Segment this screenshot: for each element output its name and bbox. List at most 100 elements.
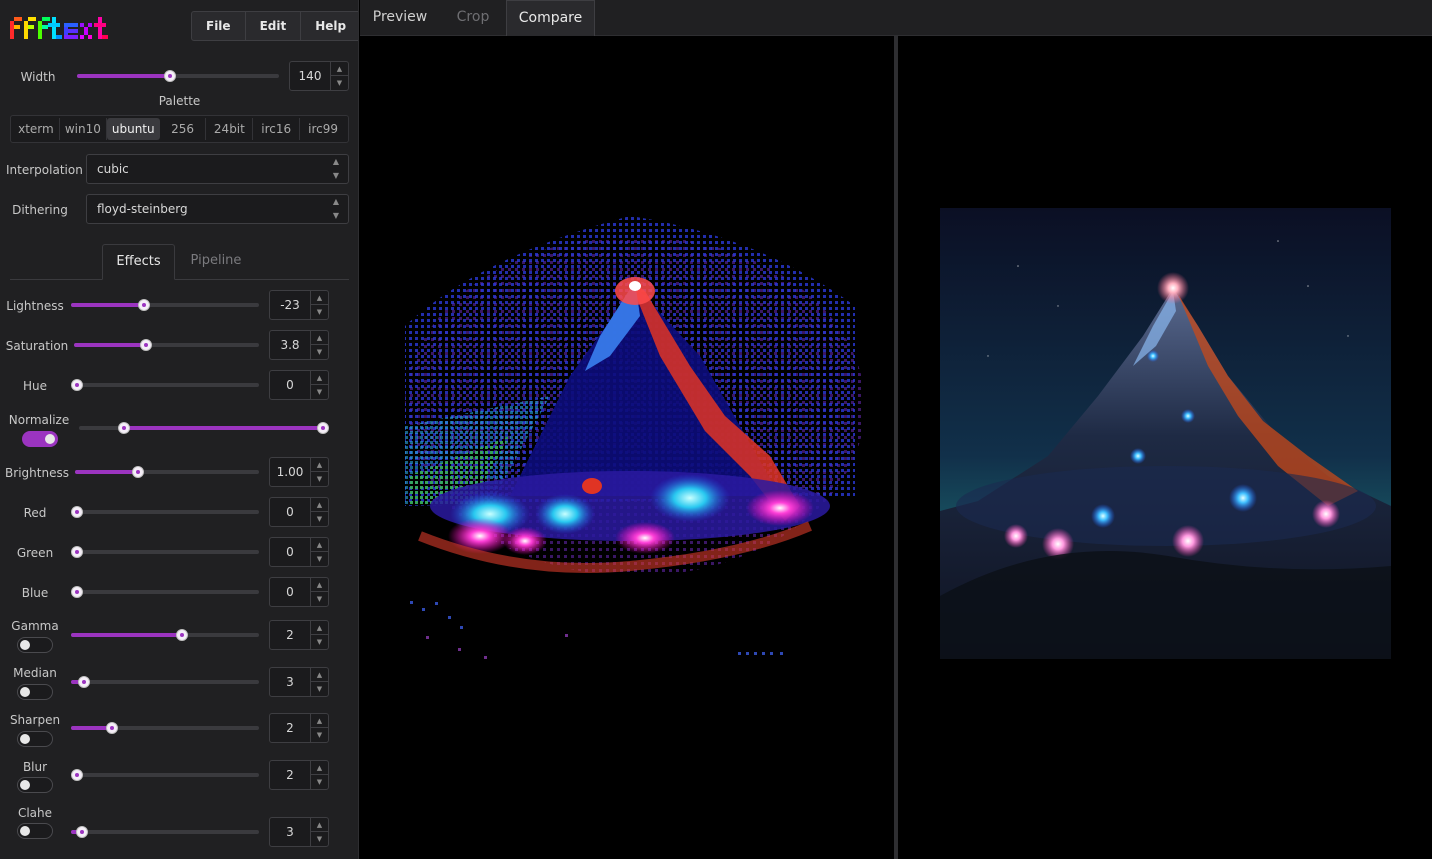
sharpen-value[interactable]: 2	[270, 714, 310, 742]
gamma-slider[interactable]	[71, 629, 259, 641]
red-increment-icon[interactable]: ▲	[310, 498, 328, 512]
palette-option-win10[interactable]: win10	[60, 118, 107, 140]
blue-slider-thumb[interactable]	[71, 586, 83, 598]
gamma-slider-thumb[interactable]	[176, 629, 188, 641]
sharpen-decrement-icon[interactable]: ▼	[310, 728, 328, 742]
green-increment-icon[interactable]: ▲	[310, 538, 328, 552]
width-increment-icon[interactable]: ▲	[330, 62, 348, 76]
green-decrement-icon[interactable]: ▼	[310, 552, 328, 566]
sharpen-increment-icon[interactable]: ▲	[310, 714, 328, 728]
clahe-decrement-icon[interactable]: ▼	[310, 832, 328, 846]
hue-slider-thumb[interactable]	[71, 379, 83, 391]
tab-preview[interactable]: Preview	[360, 0, 440, 36]
clahe-value[interactable]: 3	[270, 818, 310, 846]
blur-increment-icon[interactable]: ▲	[310, 761, 328, 775]
gamma-decrement-icon[interactable]: ▼	[310, 635, 328, 649]
width-decrement-icon[interactable]: ▼	[330, 76, 348, 90]
median-slider-thumb[interactable]	[78, 676, 90, 688]
red-decrement-icon[interactable]: ▼	[310, 512, 328, 526]
width-slider-thumb[interactable]	[164, 70, 176, 82]
sharpen-toggle[interactable]	[17, 731, 53, 747]
blur-slider-thumb[interactable]	[71, 769, 83, 781]
palette-option-irc16[interactable]: irc16	[253, 118, 301, 140]
red-value[interactable]: 0	[270, 498, 310, 526]
normalize-high-thumb[interactable]	[317, 422, 329, 434]
blue-spinbox[interactable]: 0 ▲ ▼	[269, 577, 329, 607]
file-menu-button[interactable]: File	[191, 11, 246, 41]
edit-menu-button[interactable]: Edit	[245, 11, 302, 41]
normalize-low-thumb[interactable]	[118, 422, 130, 434]
clahe-toggle[interactable]	[17, 823, 53, 839]
red-slider[interactable]	[71, 506, 259, 518]
palette-option-ubuntu[interactable]: ubuntu	[106, 118, 160, 140]
brightness-increment-icon[interactable]: ▲	[310, 458, 328, 472]
palette-option-256[interactable]: 256	[160, 118, 207, 140]
red-slider-thumb[interactable]	[71, 506, 83, 518]
brightness-decrement-icon[interactable]: ▼	[310, 472, 328, 486]
red-spinbox[interactable]: 0 ▲ ▼	[269, 497, 329, 527]
green-slider-thumb[interactable]	[71, 546, 83, 558]
blue-increment-icon[interactable]: ▲	[310, 578, 328, 592]
palette-option-xterm[interactable]: xterm	[13, 118, 60, 140]
saturation-slider-thumb[interactable]	[140, 339, 152, 351]
sharpen-slider-thumb[interactable]	[106, 722, 118, 734]
sharpen-slider[interactable]	[71, 722, 259, 734]
median-increment-icon[interactable]: ▲	[310, 668, 328, 682]
hue-value[interactable]: 0	[270, 371, 310, 399]
blur-spinbox[interactable]: 2 ▲ ▼	[269, 760, 329, 790]
blur-value[interactable]: 2	[270, 761, 310, 789]
gamma-increment-icon[interactable]: ▲	[310, 621, 328, 635]
lightness-value[interactable]: -23	[270, 291, 310, 319]
palette-option-irc99[interactable]: irc99	[300, 118, 346, 140]
median-spinbox[interactable]: 3 ▲ ▼	[269, 667, 329, 697]
help-menu-button[interactable]: Help	[301, 11, 358, 41]
median-slider[interactable]	[71, 676, 259, 688]
lightness-increment-icon[interactable]: ▲	[310, 291, 328, 305]
lightness-slider[interactable]	[71, 299, 259, 311]
median-decrement-icon[interactable]: ▼	[310, 682, 328, 696]
green-spinbox[interactable]: 0 ▲ ▼	[269, 537, 329, 567]
clahe-increment-icon[interactable]: ▲	[310, 818, 328, 832]
tab-compare[interactable]: Compare	[506, 0, 595, 36]
hue-slider[interactable]	[71, 379, 259, 391]
median-value[interactable]: 3	[270, 668, 310, 696]
green-value[interactable]: 0	[270, 538, 310, 566]
median-toggle[interactable]	[17, 684, 53, 700]
sharpen-spinbox[interactable]: 2 ▲ ▼	[269, 713, 329, 743]
gamma-toggle[interactable]	[17, 637, 53, 653]
lightness-spinbox[interactable]: -23 ▲ ▼	[269, 290, 329, 320]
interpolation-select[interactable]: cubic ▲ ▼	[86, 154, 349, 184]
palette-option-24bit[interactable]: 24bit	[206, 118, 254, 140]
tab-crop[interactable]: Crop	[440, 0, 506, 36]
blue-value[interactable]: 0	[270, 578, 310, 606]
width-spinbox[interactable]: 140 ▲ ▼	[289, 61, 349, 91]
width-slider[interactable]	[77, 70, 279, 82]
brightness-slider-thumb[interactable]	[132, 466, 144, 478]
green-slider[interactable]	[71, 546, 259, 558]
saturation-value[interactable]: 3.8	[270, 331, 310, 359]
blur-decrement-icon[interactable]: ▼	[310, 775, 328, 789]
converted-preview-pane[interactable]	[360, 36, 894, 859]
gamma-spinbox[interactable]: 2 ▲ ▼	[269, 620, 329, 650]
normalize-toggle[interactable]	[22, 431, 58, 447]
hue-spinbox[interactable]: 0 ▲ ▼	[269, 370, 329, 400]
tab-effects[interactable]: Effects	[102, 244, 175, 280]
tab-pipeline[interactable]: Pipeline	[178, 244, 254, 280]
normalize-range-slider[interactable]	[79, 422, 329, 434]
lightness-slider-thumb[interactable]	[138, 299, 150, 311]
clahe-slider[interactable]	[71, 826, 259, 838]
gamma-value[interactable]: 2	[270, 621, 310, 649]
width-value[interactable]: 140	[290, 62, 330, 90]
dithering-select[interactable]: floyd-steinberg ▲ ▼	[86, 194, 349, 224]
saturation-increment-icon[interactable]: ▲	[310, 331, 328, 345]
saturation-slider[interactable]	[74, 339, 259, 351]
blur-slider[interactable]	[71, 769, 259, 781]
blur-toggle[interactable]	[17, 777, 53, 793]
hue-decrement-icon[interactable]: ▼	[310, 385, 328, 399]
saturation-decrement-icon[interactable]: ▼	[310, 345, 328, 359]
clahe-slider-thumb[interactable]	[76, 826, 88, 838]
original-image-pane[interactable]	[898, 36, 1432, 859]
clahe-spinbox[interactable]: 3 ▲ ▼	[269, 817, 329, 847]
blue-decrement-icon[interactable]: ▼	[310, 592, 328, 606]
brightness-value[interactable]: 1.00	[270, 458, 310, 486]
